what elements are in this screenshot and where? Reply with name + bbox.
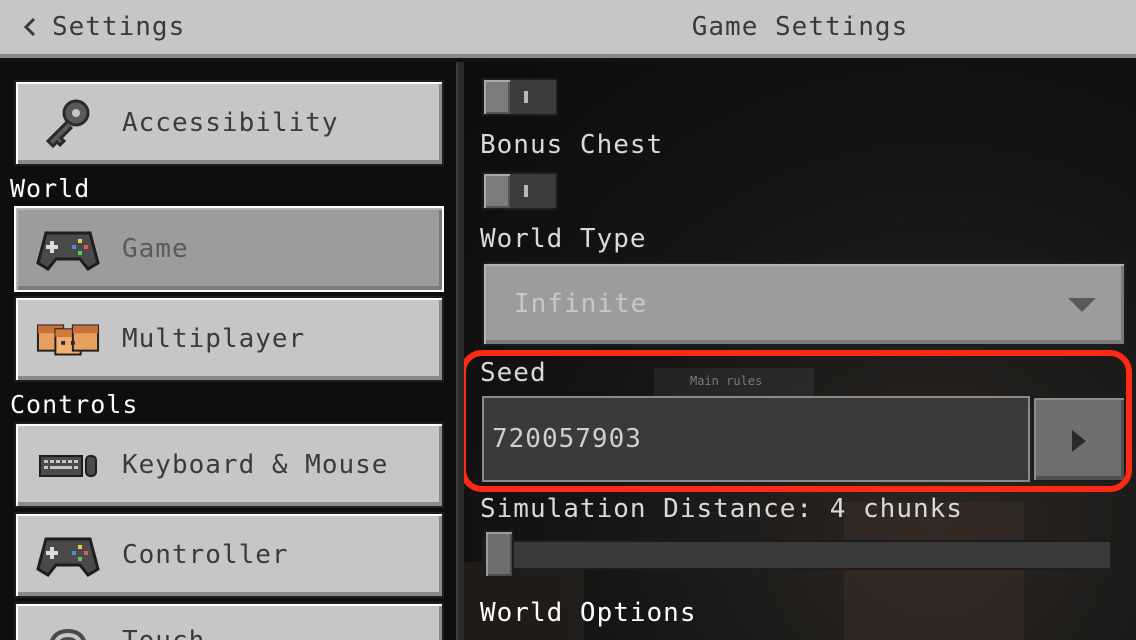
sidebar-item-multiplayer[interactable]: Multiplayer	[14, 296, 444, 382]
touch-icon	[36, 618, 100, 640]
slider-handle[interactable]	[484, 530, 514, 578]
toggle-off-mark	[524, 185, 528, 197]
top-bar: Settings Game Settings	[0, 0, 1136, 58]
seed-input[interactable]: 720057903	[482, 396, 1030, 482]
world-type-value: Infinite	[514, 289, 648, 319]
sidebar-item-accessibility[interactable]: Accessibility	[14, 80, 444, 166]
chevron-left-icon	[23, 17, 36, 37]
sidebar-item-label: Controller	[122, 540, 289, 570]
sidebar-item-label: Accessibility	[122, 108, 339, 138]
tooltip-ghost-text: Main rules	[690, 374, 763, 388]
toggle-knob	[484, 174, 510, 208]
sidebar-item-label: Multiplayer	[122, 324, 306, 354]
world-options-header: World Options	[480, 598, 697, 628]
settings-content: Bonus Chest World Type Infinite Seed Mai…	[464, 62, 1136, 640]
section-controls-label: Controls	[10, 390, 139, 419]
bonus-chest-label: Bonus Chest	[480, 130, 664, 160]
page-title: Game Settings	[691, 12, 909, 42]
sidebar-item-touch[interactable]: Touch	[14, 602, 444, 640]
controller-icon	[36, 530, 100, 580]
section-world-label: World	[10, 174, 91, 203]
simulation-distance-label: Simulation Distance: 4 chunks	[480, 494, 963, 524]
sidebar-item-keyboard-mouse[interactable]: Keyboard & Mouse	[14, 422, 444, 508]
keyboard-mouse-icon	[36, 440, 100, 490]
back-label: Settings	[52, 12, 186, 42]
seed-label: Seed	[480, 358, 547, 388]
controller-icon	[36, 224, 100, 274]
sidebar-item-label: Touch	[122, 626, 205, 640]
bonus-chest-toggle[interactable]	[482, 172, 558, 210]
play-arrow-icon	[1072, 430, 1086, 452]
back-button[interactable]: Settings	[0, 0, 200, 54]
toggle-off-mark	[524, 91, 528, 103]
sidebar-item-controller[interactable]: Controller	[14, 512, 444, 598]
sidebar-item-game[interactable]: Game	[14, 206, 444, 292]
sidebar-item-label: Keyboard & Mouse	[122, 450, 389, 480]
chevron-down-icon	[1068, 298, 1096, 312]
toggle-switch[interactable]	[482, 78, 558, 116]
simulation-distance-slider[interactable]	[482, 530, 1112, 578]
world-type-label: World Type	[480, 224, 647, 254]
seed-submit-button[interactable]	[1032, 396, 1126, 482]
seed-value: 720057903	[492, 424, 642, 454]
key-icon	[36, 98, 100, 149]
toggle-knob	[484, 80, 510, 114]
panel-divider	[456, 62, 464, 640]
players-icon	[36, 314, 100, 364]
sidebar-item-label: Game	[122, 234, 189, 264]
world-type-dropdown[interactable]: Infinite	[482, 262, 1126, 346]
